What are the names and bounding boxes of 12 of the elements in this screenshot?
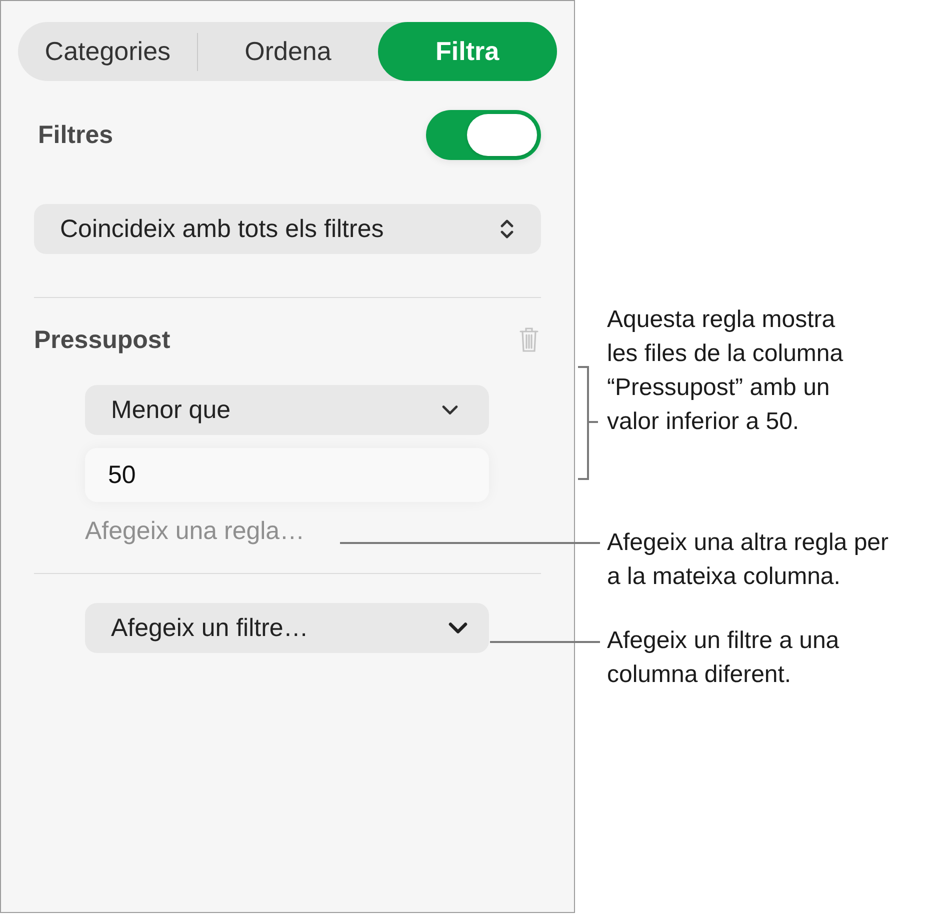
tab[interactable]: Categories [18,22,198,81]
callout-text: Aquesta regla mostra les files de la columna “Pressupost” amb un valor inferior a 50. [607,305,844,437]
add-filter-dropdown[interactable]: Afegeix un filtre… [85,603,489,653]
toggle-switch[interactable] [426,110,541,160]
match-dropdown[interactable]: Coincideix amb tots els filtres [34,204,541,254]
tab[interactable]: Ordena [198,22,378,81]
value-field[interactable]: 50 [85,448,489,502]
column-name: Pressupost [34,326,170,354]
condition-dropdown[interactable]: Menor que [85,385,489,435]
callout-text: Afegeix un filtre a una columna diferent. [607,626,840,690]
filters-label: Filtres [38,120,114,150]
callout-text: Afegeix una altra regla per a la mateixa columna. [607,528,889,592]
